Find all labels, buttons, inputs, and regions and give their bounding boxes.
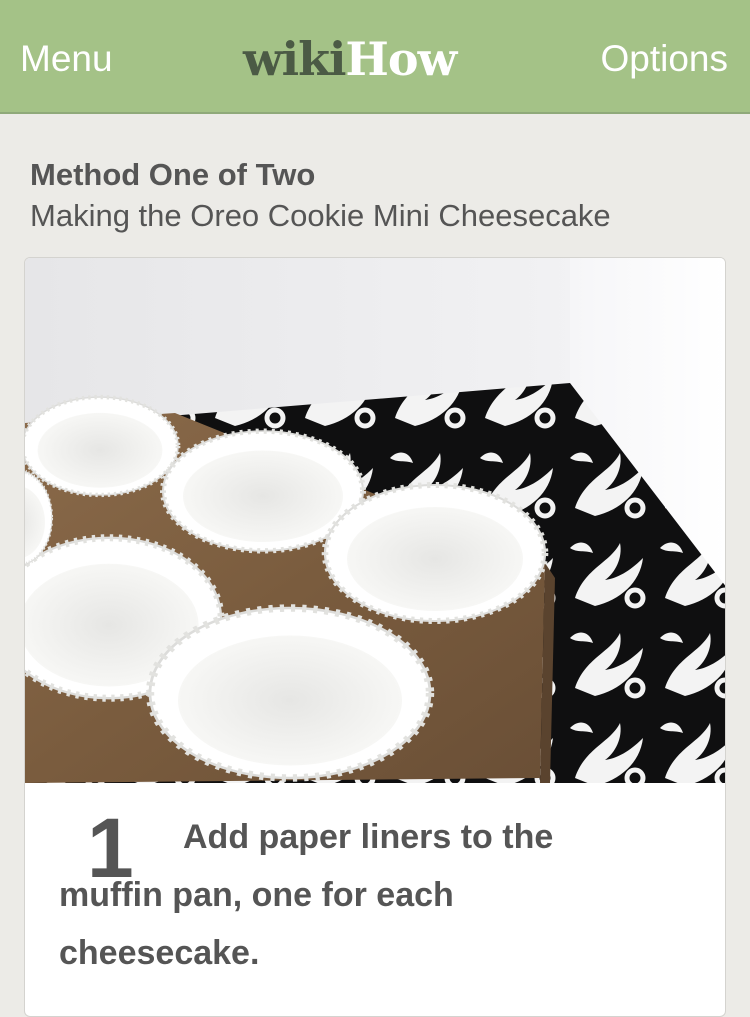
- logo-how-text: How: [345, 32, 457, 86]
- method-subheading: Making the Oreo Cookie Mini Cheesecake: [30, 198, 611, 233]
- menu-button[interactable]: Menu: [20, 40, 113, 77]
- step-text: Add paper liners to the muffin pan, one …: [59, 818, 554, 972]
- step-card: 1 Add paper liners to the muffin pan, on…: [24, 257, 726, 1017]
- options-button[interactable]: Options: [600, 40, 728, 77]
- top-navigation-bar: Menu wikiHow Options: [0, 0, 750, 114]
- step-image[interactable]: [25, 258, 726, 783]
- method-heading: Method One of Two: [30, 157, 316, 192]
- wikihow-logo[interactable]: wikiHow: [243, 36, 457, 82]
- logo-wiki-text: wiki: [243, 32, 346, 86]
